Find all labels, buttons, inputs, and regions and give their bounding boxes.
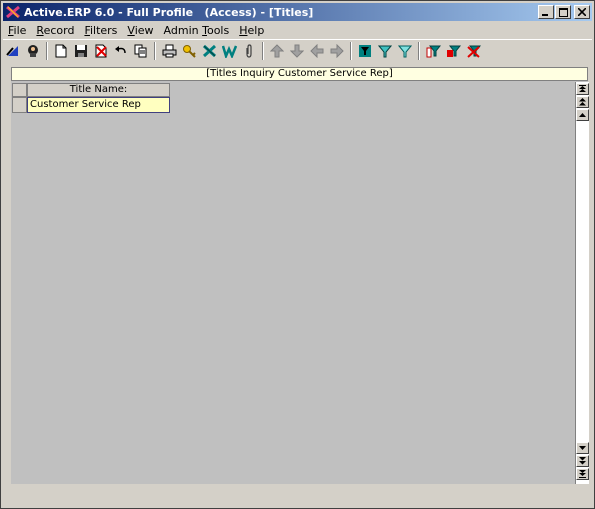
copy-button[interactable] (131, 41, 151, 61)
title-bar[interactable]: Active.ERP 6.0 - Full Profile (Access) -… (3, 3, 592, 21)
toolbar-separator (46, 42, 48, 60)
export-excel-button[interactable] (199, 41, 219, 61)
undo-icon (115, 46, 126, 54)
arrow-left-icon (310, 44, 324, 58)
copy-icon (134, 44, 147, 58)
scroll-page-down-button[interactable] (576, 455, 589, 467)
undo-button[interactable] (111, 41, 131, 61)
attach-button[interactable] (239, 41, 259, 61)
back-button[interactable] (3, 41, 23, 61)
toolbar-separator (262, 42, 264, 60)
add-filter-button[interactable] (423, 41, 443, 61)
window-title: Active.ERP 6.0 - Full Profile (Access) -… (24, 5, 314, 19)
restore-button[interactable] (555, 5, 571, 19)
status-bar (3, 490, 592, 506)
arrow-up-icon (270, 44, 284, 58)
save-button[interactable] (71, 41, 91, 61)
menu-help[interactable]: Help (234, 22, 269, 39)
menu-view[interactable]: View (122, 22, 158, 39)
scroll-last-button[interactable] (576, 468, 589, 480)
arrow-down-icon (290, 44, 304, 58)
remove-filter-button[interactable] (463, 41, 483, 61)
filter-icon-2 (378, 45, 392, 58)
filter-by-form-button[interactable] (375, 41, 395, 61)
scroll-top-icon (579, 85, 586, 92)
title-name-cell[interactable]: Customer Service Rep (27, 97, 170, 113)
move-right-button[interactable] (327, 41, 347, 61)
scroll-first-button[interactable] (576, 83, 589, 95)
excel-icon (202, 44, 216, 58)
grid-corner[interactable] (12, 83, 27, 97)
toolbar-separator (418, 42, 420, 60)
delete-icon (95, 44, 107, 58)
filter-add-icon (426, 45, 441, 58)
attach-icon (246, 44, 252, 58)
filter-button[interactable] (355, 41, 375, 61)
scroll-down-button[interactable] (576, 442, 589, 454)
app-logo-icon (6, 5, 20, 19)
edit-filter-button[interactable] (443, 41, 463, 61)
double-chevron-down-icon (579, 457, 586, 465)
inquiry-workspace: [Titles Inquiry Customer Service Rep] Ti… (11, 67, 589, 484)
menu-bar: File Record Filters View Admin Tools Hel… (3, 22, 269, 39)
menu-filters[interactable]: Filters (79, 22, 122, 39)
menu-record[interactable]: Record (31, 22, 79, 39)
scroll-bottom-icon (579, 470, 586, 478)
menu-file[interactable]: File (3, 22, 31, 39)
double-chevron-up-icon (579, 98, 586, 106)
user-icon (28, 45, 38, 57)
apply-filter-button[interactable] (395, 41, 415, 61)
inquiry-header: [Titles Inquiry Customer Service Rep] (11, 67, 588, 81)
row-selector[interactable] (12, 97, 27, 113)
toolbar (3, 39, 592, 62)
arrow-right-icon (330, 44, 344, 58)
close-icon (578, 8, 586, 16)
back-icon (6, 46, 18, 56)
delete-button[interactable] (91, 41, 111, 61)
application-window: Active.ERP 6.0 - Full Profile (Access) -… (0, 0, 595, 509)
move-down-button[interactable] (287, 41, 307, 61)
export-word-button[interactable] (219, 41, 239, 61)
chevron-up-icon (579, 112, 586, 117)
print-icon (162, 44, 176, 58)
save-icon (75, 45, 87, 57)
minimize-icon (542, 14, 548, 16)
column-header-title-name[interactable]: Title Name: (27, 83, 170, 97)
scroll-up-button[interactable] (576, 109, 589, 121)
filter-icon (359, 45, 371, 57)
toolbar-separator (154, 42, 156, 60)
chevron-down-icon (579, 445, 586, 450)
move-left-button[interactable] (307, 41, 327, 61)
vertical-scrollbar[interactable] (575, 82, 589, 484)
filter-remove-icon (466, 45, 481, 58)
scroll-page-up-button[interactable] (576, 96, 589, 108)
word-icon (221, 45, 237, 58)
new-button[interactable] (51, 41, 71, 61)
move-up-button[interactable] (267, 41, 287, 61)
toolbar-separator (350, 42, 352, 60)
close-button[interactable] (574, 5, 590, 19)
filter-edit-icon (446, 45, 461, 57)
find-button[interactable] (179, 41, 199, 61)
search-key-icon (182, 45, 196, 58)
new-document-icon (55, 44, 67, 58)
menu-admin-tools[interactable]: Admin Tools (159, 22, 235, 39)
print-button[interactable] (159, 41, 179, 61)
user-button[interactable] (23, 41, 43, 61)
filter-icon-3 (398, 45, 412, 58)
restore-icon (558, 7, 568, 17)
minimize-button[interactable] (538, 5, 554, 19)
